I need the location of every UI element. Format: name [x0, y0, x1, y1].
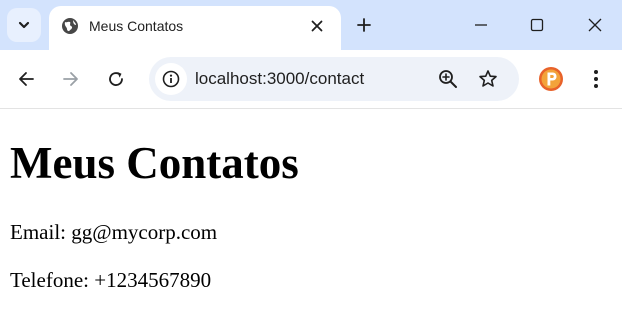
- browser-menu-button[interactable]: [583, 63, 609, 95]
- back-button[interactable]: [10, 63, 42, 95]
- page-heading: Meus Contatos: [10, 138, 299, 188]
- browser-toolbar: localhost:3000/contact: [0, 50, 622, 109]
- url-text[interactable]: localhost:3000/contact: [195, 69, 364, 89]
- minimize-icon: [475, 24, 487, 26]
- arrow-left-icon: [19, 72, 34, 86]
- info-icon: [162, 70, 180, 88]
- globe-icon: [62, 18, 78, 34]
- active-tab[interactable]: Meus Contatos: [49, 6, 341, 50]
- extension-p-icon: [539, 67, 563, 91]
- zoom-button[interactable]: [434, 65, 462, 93]
- plus-icon: [357, 18, 371, 32]
- tab-strip: Meus Contatos: [0, 0, 622, 50]
- minimize-button[interactable]: [464, 8, 498, 42]
- address-bar[interactable]: localhost:3000/contact: [149, 57, 519, 101]
- close-icon: [311, 20, 323, 32]
- window-close-button[interactable]: [578, 8, 612, 42]
- site-info-button[interactable]: [155, 63, 187, 95]
- page-content: Meus Contatos Email: gg@mycorp.com Telef…: [0, 109, 622, 322]
- tab-search-button[interactable]: [7, 8, 41, 42]
- bookmark-button[interactable]: [474, 65, 502, 93]
- zoom-in-icon: [439, 70, 457, 88]
- forward-button[interactable]: [55, 63, 87, 95]
- email-text: Email: gg@mycorp.com: [10, 220, 218, 244]
- close-icon: [588, 18, 602, 32]
- chevron-down-icon: [18, 21, 30, 29]
- maximize-button[interactable]: [520, 8, 554, 42]
- tab-title: Meus Contatos: [89, 18, 184, 34]
- star-icon: [479, 70, 497, 87]
- more-vertical-icon: [594, 70, 598, 88]
- reload-icon: [109, 72, 123, 86]
- reload-button[interactable]: [100, 63, 132, 95]
- arrow-right-icon: [63, 72, 78, 86]
- phone-text: Telefone: +1234567890: [10, 268, 212, 292]
- extension-button[interactable]: [538, 66, 564, 92]
- tab-close-button[interactable]: [305, 14, 329, 38]
- maximize-icon: [530, 18, 544, 32]
- new-tab-button[interactable]: [351, 12, 377, 38]
